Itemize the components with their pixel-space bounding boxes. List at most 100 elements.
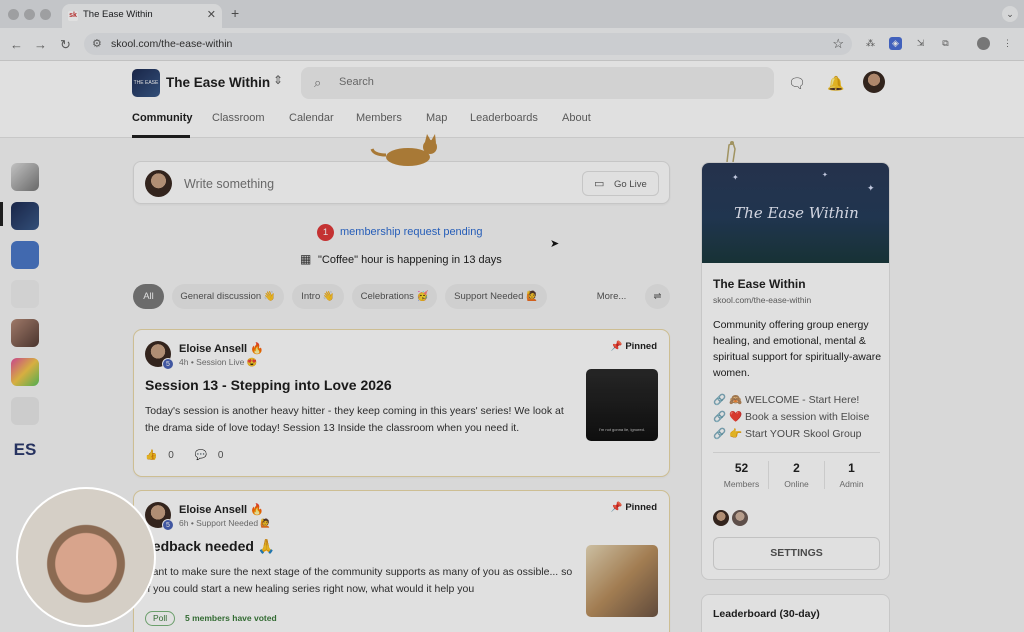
tab-close-icon[interactable]: ✕ <box>207 8 216 21</box>
filter-chip-all[interactable]: All <box>133 284 164 309</box>
group-logo[interactable]: THE EASE WITHIN <box>132 69 160 114</box>
group-url[interactable]: skool.com/the-ease-within <box>713 295 811 305</box>
filter-chip-more[interactable]: More... <box>586 284 637 309</box>
notifications-bell-icon[interactable]: 🔔 <box>827 75 844 92</box>
like-count: 0 <box>168 450 174 461</box>
window-zoom-button[interactable] <box>40 9 51 20</box>
composer-placeholder[interactable]: Write something <box>184 177 274 191</box>
pinned-label: 📌 Pinned <box>611 502 657 513</box>
stat-label: Members <box>723 479 760 489</box>
online-member-avatar[interactable] <box>713 510 729 526</box>
post-body[interactable]: want to make sure the next stage of the … <box>145 564 575 597</box>
pending-link[interactable]: membership request pending <box>340 226 482 238</box>
new-tab-icon[interactable]: + <box>231 5 239 21</box>
chat-icon[interactable]: 🗨 <box>788 75 806 92</box>
address-bar[interactable]: ⚙ skool.com/the-ease-within ☆ <box>84 33 852 55</box>
post-author[interactable]: Eloise Ansell 🔥 <box>179 503 264 516</box>
stat-members[interactable]: 52 Members <box>713 461 770 489</box>
nav-community[interactable]: Community <box>132 112 193 124</box>
profile-icon[interactable] <box>977 37 990 50</box>
sidebar-link-book-session[interactable]: 🔗 ❤️ Book a session with Eloise <box>713 410 869 423</box>
like-icon[interactable]: 👍 <box>145 450 157 461</box>
nav-map[interactable]: Map <box>426 112 447 124</box>
post-body[interactable]: Today's session is another heavy hitter … <box>145 403 575 436</box>
browser-menu-icon[interactable]: ⋮ <box>1001 37 1014 50</box>
leaderboard-title[interactable]: Leaderboard (30-day) <box>713 608 820 620</box>
pinned-label: 📌 Pinned <box>611 341 657 352</box>
leaderboard-card: Leaderboard (30-day) <box>701 594 890 632</box>
group-icon[interactable] <box>11 280 39 308</box>
author-level-badge: 5 <box>162 519 174 531</box>
search-icon: ⌕ <box>314 75 322 90</box>
group-icon[interactable] <box>11 241 39 269</box>
group-title: The Ease Within <box>713 277 806 291</box>
group-icon[interactable] <box>11 163 39 191</box>
sidebar-link-start-group[interactable]: 🔗 👉 Start YOUR Skool Group <box>713 427 862 440</box>
stat-value: 1 <box>848 461 855 475</box>
group-icon[interactable] <box>11 358 39 386</box>
group-icon[interactable] <box>11 397 39 425</box>
group-icon-the-ease-within[interactable] <box>11 202 39 230</box>
search-bar[interactable]: ⌕ <box>301 67 774 99</box>
calendar-icon: ▦ <box>300 252 312 266</box>
window-close-button[interactable] <box>8 9 19 20</box>
post-title[interactable]: Session 13 - Stepping into Love 2026 <box>145 377 392 393</box>
composer-avatar <box>145 170 172 197</box>
comment-count: 0 <box>217 450 224 461</box>
stat-admin[interactable]: 1 Admin <box>823 461 880 489</box>
pinned-text: Pinned <box>625 502 657 513</box>
post-meta: 4h • Session Live 😍 <box>179 357 258 367</box>
settings-button[interactable]: SETTINGS <box>713 537 880 570</box>
forward-icon[interactable]: → <box>34 37 47 52</box>
group-icon-es[interactable]: ES <box>11 436 39 464</box>
nav-members[interactable]: Members <box>356 112 402 124</box>
nav-about[interactable]: About <box>562 112 591 124</box>
feed-post[interactable]: 5 Eloise Ansell 🔥 6h • Support Needed 🙋 … <box>133 490 670 632</box>
poll-votes[interactable]: 5 members have voted <box>185 613 277 623</box>
star-icon: ✦ <box>822 172 828 179</box>
bookmark-star-icon[interactable]: ☆ <box>832 36 844 52</box>
filter-chip-general-discussion[interactable]: General discussion 👋 <box>172 284 284 309</box>
filter-chip-support-needed[interactable]: Support Needed 🙋 <box>445 284 547 309</box>
tab-search-icon[interactable]: ⌄ <box>1002 6 1018 22</box>
extensions-puzzle-icon[interactable]: ⧉ <box>939 37 952 50</box>
post-thumbnail[interactable]: I'm not gonna lie, ignored. <box>586 369 658 441</box>
site-info-icon[interactable]: ⚙ <box>92 37 102 50</box>
user-avatar[interactable] <box>863 71 885 93</box>
group-switcher-icon[interactable]: ⇕ <box>273 73 283 87</box>
post-title[interactable]: eedback needed 🙏 <box>145 538 275 555</box>
nav-calendar[interactable]: Calendar <box>289 112 334 124</box>
extension-icon[interactable]: ⁂ <box>864 37 877 50</box>
extension-icon[interactable]: ◈ <box>889 37 902 50</box>
stat-online[interactable]: 2 Online <box>768 461 825 489</box>
post-thumbnail[interactable] <box>586 545 658 617</box>
search-input[interactable] <box>339 76 739 88</box>
pin-icon: 📌 <box>610 502 626 513</box>
reload-icon[interactable]: ↻ <box>60 37 71 53</box>
stat-value: 2 <box>793 461 800 475</box>
link-icon: 🔗 <box>713 394 729 406</box>
group-name[interactable]: The Ease Within <box>166 75 270 90</box>
group-info-card: ✦ ✦ ✦ The Ease Within The Ease Within sk… <box>701 162 890 580</box>
nav-classroom[interactable]: Classroom <box>212 112 265 124</box>
browser-tab[interactable]: sk The Ease Within ✕ <box>62 4 222 28</box>
back-icon[interactable]: ← <box>10 37 23 52</box>
comment-icon[interactable]: 💬 <box>195 450 207 461</box>
extension-icon[interactable]: ⇲ <box>914 37 927 50</box>
nav-leaderboards[interactable]: Leaderboards <box>470 112 538 124</box>
tab-title: The Ease Within <box>83 9 153 20</box>
window-minimize-button[interactable] <box>24 9 35 20</box>
feed-post[interactable]: 5 Eloise Ansell 🔥 4h • Session Live 😍 📌 … <box>133 329 670 477</box>
stat-label: Admin <box>839 479 864 489</box>
filter-chip-celebrations[interactable]: Celebrations 🥳 <box>352 284 437 309</box>
sidebar-link-welcome[interactable]: 🔗 🙈 WELCOME - Start Here! <box>713 393 859 406</box>
go-live-button[interactable]: ▭ Go Live <box>582 171 659 196</box>
event-text[interactable]: "Coffee" hour is happening in 13 days <box>318 254 502 266</box>
group-cover-image: ✦ ✦ ✦ The Ease Within <box>702 163 889 263</box>
post-author[interactable]: Eloise Ansell 🔥 <box>179 342 264 355</box>
filter-chip-intro[interactable]: Intro 👋 <box>292 284 344 309</box>
online-member-avatar[interactable] <box>732 510 748 526</box>
webcam-overlay <box>16 487 156 627</box>
group-icon[interactable] <box>11 319 39 347</box>
filter-settings-icon[interactable]: ⇌ <box>645 284 670 309</box>
